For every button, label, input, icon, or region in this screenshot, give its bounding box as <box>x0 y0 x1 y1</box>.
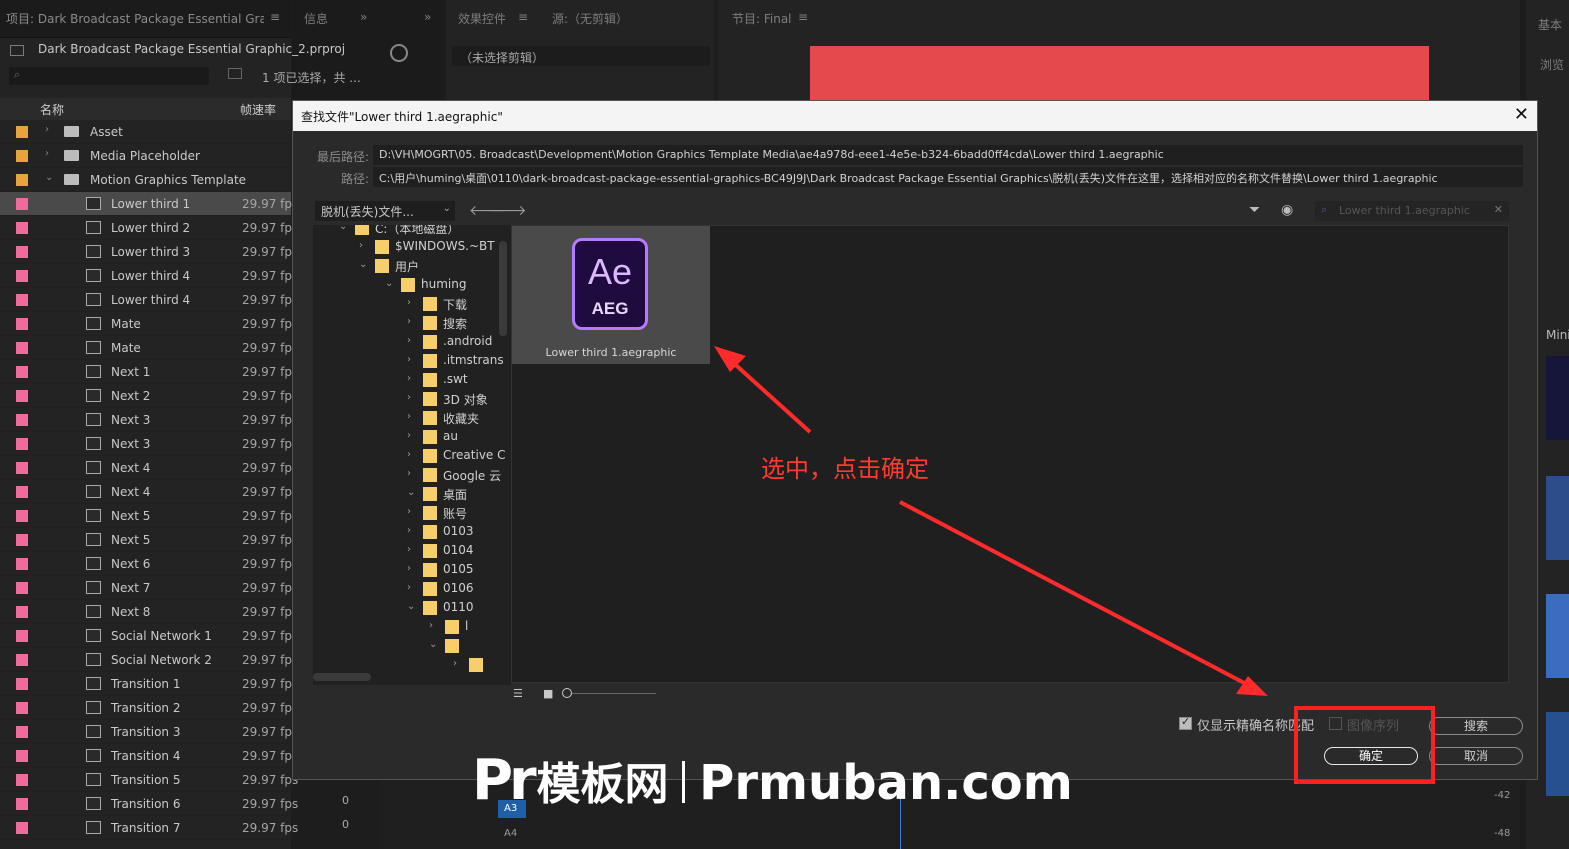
watermark-pr: Pr <box>472 748 537 813</box>
annotation-arrows <box>714 346 1268 696</box>
watermark-cn: 模板网 <box>536 759 669 810</box>
arrow-to-file <box>714 346 812 434</box>
watermark: Pr 模板网 Prmuban.com <box>472 748 1073 813</box>
watermark-domain: Prmuban.com <box>699 755 1073 811</box>
arrow-to-ok <box>899 500 1268 696</box>
watermark-divider <box>682 761 686 803</box>
